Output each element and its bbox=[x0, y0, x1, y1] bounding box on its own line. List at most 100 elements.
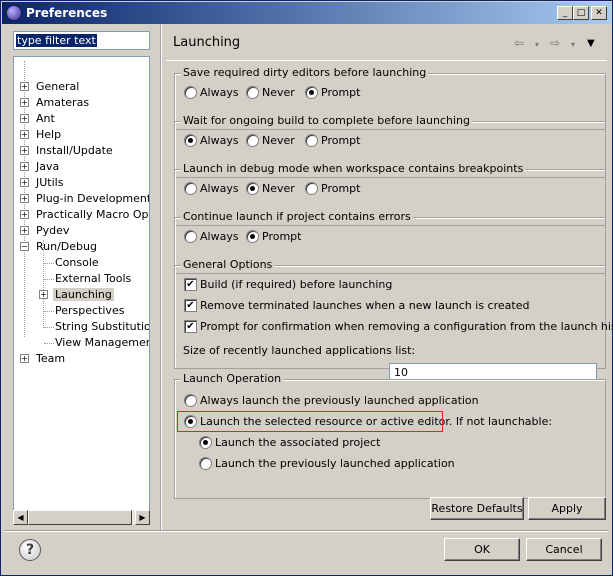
radio-save-prompt[interactable] bbox=[305, 86, 318, 99]
tree-item-console[interactable]: Console bbox=[55, 255, 99, 271]
radio-wait-prompt[interactable] bbox=[305, 134, 318, 147]
tree-item-install-update[interactable]: + Install/Update bbox=[20, 143, 113, 159]
tree-line bbox=[44, 311, 54, 312]
window-title: Preferences bbox=[26, 6, 108, 20]
radio-label: Always launch the previously launched ap… bbox=[200, 394, 479, 407]
expand-icon[interactable]: + bbox=[20, 226, 29, 235]
radio-label: Always bbox=[200, 230, 239, 243]
scroll-right-icon[interactable]: ▶ bbox=[135, 510, 150, 525]
radio-launch-associated-project[interactable] bbox=[199, 436, 212, 449]
tree-item-java[interactable]: + Java bbox=[20, 159, 59, 175]
checkbox-label: Prompt for confirmation when removing a … bbox=[200, 320, 613, 333]
collapse-icon[interactable]: − bbox=[20, 242, 29, 251]
size-label: Size of recently launched applications l… bbox=[183, 344, 416, 357]
preferences-window: Preferences _ □ ✕ type filter text + Gene… bbox=[0, 0, 613, 576]
tree-item-run-debug[interactable]: − Run/Debug bbox=[20, 239, 97, 255]
filter-input[interactable]: type filter text bbox=[13, 31, 150, 50]
tree-label: Team bbox=[36, 352, 66, 365]
expand-icon[interactable]: + bbox=[20, 146, 29, 155]
radio-save-always[interactable] bbox=[184, 86, 197, 99]
chevron-down-icon[interactable]: ▾ bbox=[535, 40, 539, 49]
radio-errors-prompt[interactable] bbox=[246, 230, 259, 243]
scroll-thumb[interactable] bbox=[28, 510, 132, 525]
expand-icon[interactable]: + bbox=[20, 130, 29, 139]
tree-item-help[interactable]: + Help bbox=[20, 127, 61, 143]
tree-item-team[interactable]: + Team bbox=[20, 351, 65, 367]
tree-item-launching[interactable]: + Launching bbox=[39, 287, 114, 303]
expand-icon[interactable]: + bbox=[20, 178, 29, 187]
expand-icon[interactable]: + bbox=[20, 354, 29, 363]
tree-item-external-tools[interactable]: External Tools bbox=[55, 271, 131, 287]
checkbox-prompt-remove-config[interactable]: ✔ bbox=[184, 320, 197, 333]
group-title: Launch in debug mode when workspace cont… bbox=[181, 162, 526, 175]
tree-label: Plug-in Development bbox=[36, 192, 150, 205]
radio-debug-prompt[interactable] bbox=[305, 182, 318, 195]
radio-launch-previous-app[interactable] bbox=[199, 457, 212, 470]
checkbox-remove-terminated[interactable]: ✔ bbox=[184, 299, 197, 312]
tree-label: JUtils bbox=[36, 176, 64, 189]
eclipse-icon bbox=[6, 5, 22, 21]
radio-label: Always bbox=[200, 182, 239, 195]
apply-button[interactable]: Apply bbox=[528, 497, 606, 520]
expand-icon[interactable]: + bbox=[39, 290, 48, 299]
tree-item-view-management[interactable]: View Management bbox=[55, 335, 150, 351]
tree-item-ant[interactable]: + Ant bbox=[20, 111, 55, 127]
tree-item-general[interactable]: + General bbox=[20, 79, 79, 95]
tree-item-string-substitution[interactable]: String Substitution bbox=[55, 319, 150, 335]
close-button[interactable]: ✕ bbox=[591, 6, 607, 20]
expand-icon[interactable]: + bbox=[20, 114, 29, 123]
group-title: Launch Operation bbox=[181, 372, 284, 385]
chevron-down-icon[interactable]: ▾ bbox=[571, 40, 575, 49]
radio-label: Prompt bbox=[321, 86, 361, 99]
tree-label: Java bbox=[36, 160, 60, 173]
radio-save-never[interactable] bbox=[246, 86, 259, 99]
radio-errors-always[interactable] bbox=[184, 230, 197, 243]
maximize-button[interactable]: □ bbox=[573, 6, 589, 20]
tree-label: Pydev bbox=[36, 224, 70, 237]
group-launch-operation: Launch Operation Always launch the previ… bbox=[174, 372, 606, 499]
tree-item-jutils[interactable]: + JUtils bbox=[20, 175, 63, 191]
tree-label: View Management bbox=[55, 336, 150, 349]
tree-item-practically-macro[interactable]: + Practically Macro Option bbox=[20, 207, 149, 223]
group-title: General Options bbox=[181, 258, 275, 271]
group-title: Wait for ongoing build to complete befor… bbox=[181, 114, 472, 127]
scroll-left-icon[interactable]: ◀ bbox=[13, 510, 28, 525]
expand-icon[interactable]: + bbox=[20, 98, 29, 107]
tree-label: String Substitution bbox=[55, 320, 150, 333]
checkbox-build-before-launch[interactable]: ✔ bbox=[184, 278, 197, 291]
view-menu-icon[interactable]: ▼ bbox=[587, 38, 595, 49]
tree-line bbox=[44, 279, 54, 280]
splitter[interactable] bbox=[160, 24, 162, 530]
tree-label: Amateras bbox=[36, 96, 90, 109]
tree-item-amateras[interactable]: + Amateras bbox=[20, 95, 89, 111]
tree-horizontal-scrollbar[interactable]: ◀ ▶ bbox=[13, 510, 150, 525]
expand-icon[interactable]: + bbox=[20, 162, 29, 171]
preference-tree[interactable]: + General + Amateras + Ant + Help + Install/U… bbox=[13, 56, 150, 525]
tree-label-selected: Launching bbox=[53, 288, 114, 301]
back-arrow-icon[interactable]: ⇦ bbox=[514, 36, 524, 50]
radio-debug-always[interactable] bbox=[184, 182, 197, 195]
tree-label: Run/Debug bbox=[36, 240, 97, 253]
tree-line bbox=[44, 263, 54, 264]
radio-wait-always[interactable] bbox=[184, 134, 197, 147]
minimize-button[interactable]: _ bbox=[557, 6, 573, 20]
filter-text: type filter text bbox=[16, 34, 97, 47]
radio-always-launch-previous[interactable] bbox=[184, 394, 197, 407]
tree-item-pydev[interactable]: + Pydev bbox=[20, 223, 69, 239]
radio-label: Launch the associated project bbox=[215, 436, 381, 449]
restore-defaults-button[interactable]: Restore Defaults bbox=[430, 497, 524, 520]
forward-arrow-icon[interactable]: ⇨ bbox=[550, 36, 560, 50]
cancel-button[interactable]: Cancel bbox=[526, 538, 602, 561]
help-icon[interactable]: ? bbox=[19, 539, 41, 561]
ok-button[interactable]: OK bbox=[444, 538, 520, 561]
radio-debug-never[interactable] bbox=[246, 182, 259, 195]
tree-item-perspectives[interactable]: Perspectives bbox=[55, 303, 124, 319]
expand-icon[interactable]: + bbox=[20, 210, 29, 219]
tree-label: Help bbox=[36, 128, 62, 141]
title-bar: Preferences _ □ ✕ bbox=[2, 2, 611, 24]
expand-icon[interactable]: + bbox=[20, 82, 29, 91]
radio-wait-never[interactable] bbox=[246, 134, 259, 147]
expand-icon[interactable]: + bbox=[20, 194, 29, 203]
dialog-content: type filter text + General + Amateras + Ant… bbox=[2, 24, 613, 575]
tree-item-plugin-development[interactable]: + Plug-in Development bbox=[20, 191, 150, 207]
